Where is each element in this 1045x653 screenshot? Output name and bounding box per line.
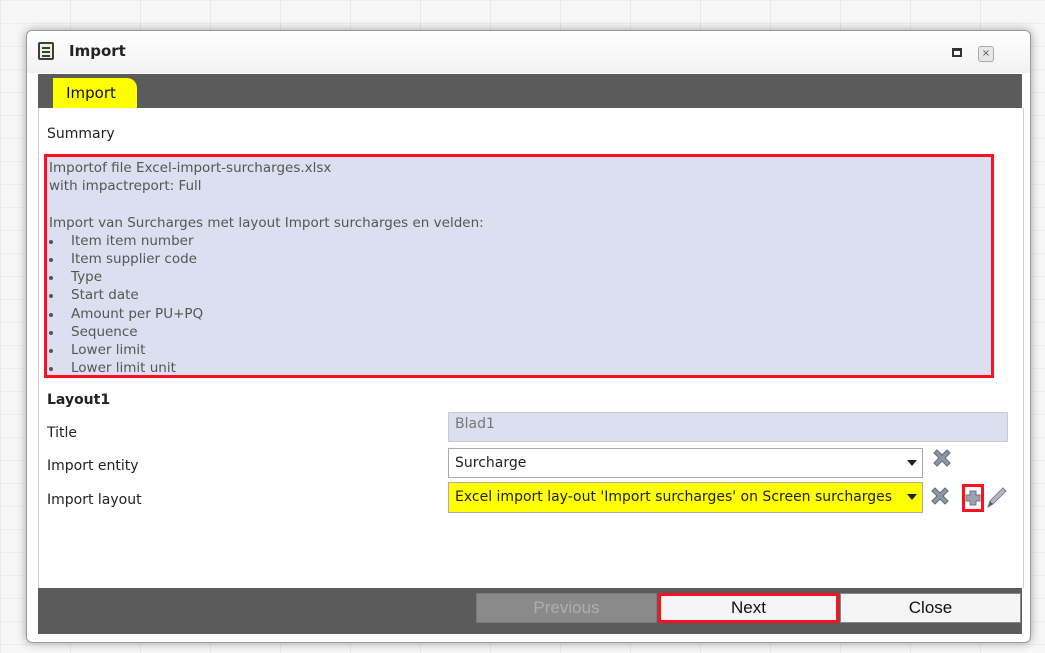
list-item: Type [49, 268, 991, 286]
import-entity-label: Import entity [47, 458, 139, 474]
dialog-footer: Previous Next Close [38, 588, 1022, 634]
add-layout-button[interactable] [962, 484, 984, 512]
summary-line [49, 195, 991, 213]
close-button[interactable]: Close [840, 593, 1021, 623]
dialog-titlebar: Import × [27, 31, 1030, 73]
summary-field-list: Item item number Item supplier code Type… [49, 232, 991, 378]
clear-icon[interactable] [930, 446, 954, 470]
list-item: Lower limit unit [49, 359, 991, 377]
title-label: Title [47, 425, 78, 441]
list-item: Item item number [49, 232, 991, 250]
close-icon[interactable]: × [978, 46, 994, 62]
edit-icon[interactable] [984, 485, 1008, 511]
tab-bar: Import [38, 74, 1022, 108]
import-content: Summary Importof file Excel-import-surch… [38, 108, 1024, 588]
list-item: Amount per PU+PQ [49, 305, 991, 323]
import-layout-select[interactable]: Excel import lay-out 'Import surcharges'… [448, 482, 923, 513]
import-layout-value: Excel import lay-out 'Import surcharges'… [455, 489, 893, 505]
maximize-icon[interactable] [952, 48, 962, 57]
dialog-title: Import [69, 42, 126, 60]
summary-line: Importof file Excel-import-surcharges.xl… [49, 160, 332, 176]
layout-heading: Layout1 [47, 392, 111, 408]
table-icon [38, 42, 54, 60]
import-layout-label: Import layout [47, 492, 142, 508]
add-icon [965, 490, 981, 506]
import-entity-value: Surcharge [455, 455, 527, 471]
chevron-down-icon [907, 494, 917, 500]
tab-import[interactable]: Import [53, 78, 137, 108]
summary-line: Import van Surcharges met layout Import … [49, 214, 484, 231]
import-dialog: Import × Import Summary Importof file Ex… [26, 30, 1031, 643]
previous-button[interactable]: Previous [476, 593, 657, 623]
title-field: Blad1 [448, 412, 1008, 442]
summary-line: with impactreport: Full [49, 178, 202, 195]
next-button[interactable]: Next [658, 593, 839, 623]
chevron-down-icon [907, 460, 917, 466]
import-entity-select[interactable]: Surcharge [448, 448, 923, 478]
list-item: Start date [49, 286, 991, 304]
summary-label: Summary [47, 126, 115, 142]
list-item: Sequence [49, 323, 991, 341]
list-item: Lower limit [49, 341, 991, 359]
list-item: Item supplier code [49, 250, 991, 268]
clear-icon[interactable] [928, 484, 952, 508]
summary-box: Importof file Excel-import-surcharges.xl… [44, 154, 994, 378]
